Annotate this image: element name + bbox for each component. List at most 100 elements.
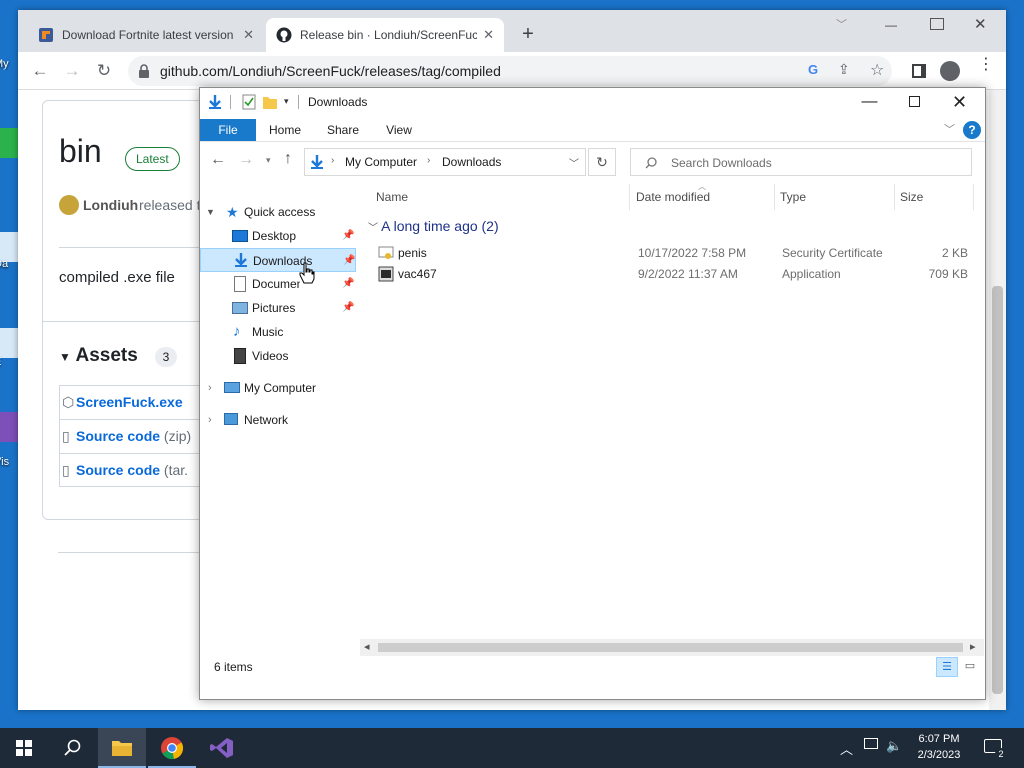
column-size[interactable]: Size <box>896 184 974 210</box>
tab-fortnite[interactable]: Download Fortnite latest version ✕ <box>28 18 264 52</box>
tab-view[interactable]: View <box>374 119 424 141</box>
properties-icon[interactable] <box>242 94 256 110</box>
avatar[interactable] <box>59 195 79 215</box>
column-name[interactable]: Name <box>372 184 630 210</box>
desktop-icon[interactable] <box>0 412 18 442</box>
network-status-icon[interactable] <box>864 738 878 749</box>
taskbar-file-explorer[interactable] <box>98 728 146 768</box>
address-bar[interactable]: › My Computer › Downloads ﹀ <box>304 148 586 176</box>
address-dropdown-icon[interactable]: ﹀ <box>569 155 579 170</box>
column-type[interactable]: Type <box>776 184 895 210</box>
asset-link-zip[interactable]: ▯ Source code (zip) <box>59 419 209 453</box>
search-icon <box>645 157 657 169</box>
taskbar-visual-studio[interactable] <box>198 728 246 768</box>
tab-home[interactable]: Home <box>260 119 310 141</box>
menu-icon[interactable]: ⋮ <box>978 57 994 73</box>
release-description: compiled .exe file <box>59 269 175 286</box>
file-row[interactable]: penis 10/17/2022 7:58 PM Security Certif… <box>376 243 976 263</box>
volume-icon[interactable]: 🔈 <box>886 738 902 754</box>
pin-icon[interactable]: 📌 <box>342 272 354 296</box>
address-bar[interactable]: github.com/Londiuh/ScreenFuck/releases/t… <box>128 56 892 86</box>
assets-toggle[interactable]: ▼ Assets <box>59 345 138 367</box>
pin-icon[interactable]: 📌 <box>342 296 354 320</box>
large-icons-view-icon[interactable]: ▭ <box>960 657 980 677</box>
minimize-button[interactable]: — <box>880 18 902 32</box>
breadcrumb-downloads[interactable]: Downloads <box>442 155 501 169</box>
scrollbar-thumb[interactable] <box>378 643 963 652</box>
asset-link-tar[interactable]: ▯ Source code (tar. <box>59 453 209 487</box>
file-row[interactable]: vac467 9/2/2022 11:37 AM Application 709… <box>376 264 976 284</box>
chevron-right-icon[interactable]: › <box>208 376 212 400</box>
page-scrollbar[interactable] <box>989 90 1006 710</box>
asset-link-exe[interactable]: ⬡ ScreenFuck.exe <box>59 385 209 419</box>
forward-icon[interactable]: → <box>238 151 254 169</box>
nav-my-computer[interactable]: › My Computer <box>200 376 360 400</box>
application-icon <box>378 266 394 282</box>
back-icon[interactable]: ← <box>210 151 226 169</box>
minimize-button[interactable]: — <box>847 88 892 116</box>
nav-item-music[interactable]: ♪ Music <box>224 320 360 344</box>
close-button[interactable]: ✕ <box>974 15 987 33</box>
google-lens-icon[interactable]: G <box>808 62 818 77</box>
taskbar-chrome[interactable] <box>148 728 196 768</box>
file-type: Security Certificate <box>782 246 883 260</box>
maximize-button[interactable] <box>930 18 944 30</box>
search-button[interactable] <box>48 728 96 768</box>
pin-icon[interactable]: 📌 <box>343 249 355 273</box>
new-tab-button[interactable]: + <box>516 22 540 46</box>
pin-icon[interactable]: 📌 <box>342 224 354 248</box>
column-date-modified[interactable]: Date modified <box>632 184 775 210</box>
show-hidden-icons[interactable]: ︿ <box>840 739 853 758</box>
chevron-down-icon[interactable]: ▼ <box>206 200 215 224</box>
download-arrow-icon[interactable] <box>207 94 223 110</box>
close-tab-icon[interactable]: ✕ <box>483 27 494 43</box>
tab-share[interactable]: Share <box>318 119 368 141</box>
maximize-button[interactable] <box>892 88 937 116</box>
author-link[interactable]: Londiuh <box>83 197 138 213</box>
nav-quick-access[interactable]: ▼ ★ Quick access <box>200 200 360 224</box>
nav-item-videos[interactable]: Videos <box>224 344 360 368</box>
scrollbar-thumb[interactable] <box>992 286 1003 694</box>
breadcrumb-my-computer[interactable]: My Computer <box>345 155 417 169</box>
desktop-icon[interactable] <box>0 128 18 158</box>
nav-item-pictures[interactable]: Pictures 📌 <box>224 296 360 320</box>
back-icon[interactable]: ← <box>30 61 50 81</box>
group-header[interactable]: ﹀ A long time ago (2) <box>368 218 968 238</box>
details-view-icon[interactable]: ☰ <box>936 657 958 677</box>
refresh-button[interactable]: ↻ <box>588 148 616 176</box>
horizontal-scrollbar[interactable]: ◂ ▸ <box>360 639 984 656</box>
up-icon[interactable]: ↑ <box>284 150 292 168</box>
profile-avatar-icon[interactable] <box>940 61 960 81</box>
caret-down-icon: ▼ <box>59 350 71 364</box>
search-icon <box>64 739 81 756</box>
help-icon[interactable]: ? <box>963 121 981 139</box>
clock-date[interactable]: 2/3/2023 <box>916 749 962 761</box>
desktop-icon[interactable] <box>0 328 18 358</box>
tab-search-icon[interactable]: ﹀ <box>836 16 847 32</box>
side-panel-icon[interactable] <box>912 64 926 78</box>
tab-file[interactable]: File <box>200 119 256 141</box>
search-box[interactable]: Search Downloads <box>630 148 972 176</box>
forward-icon[interactable]: → <box>62 61 82 81</box>
documents-icon <box>234 276 246 292</box>
close-button[interactable]: ✕ <box>937 88 982 116</box>
qat-dropdown-icon[interactable]: ▾ <box>284 96 289 107</box>
share-icon[interactable]: ⇪ <box>838 61 850 78</box>
close-tab-icon[interactable]: ✕ <box>243 27 254 43</box>
nav-network[interactable]: › Network <box>200 408 360 432</box>
nav-item-desktop[interactable]: Desktop 📌 <box>224 224 360 248</box>
tab-github-release[interactable]: Release bin · Londiuh/ScreenFuck ✕ <box>266 18 504 52</box>
nav-item-documents[interactable]: Documents 📌 <box>224 272 360 296</box>
bookmark-star-icon[interactable]: ☆ <box>870 60 884 80</box>
scroll-right-icon[interactable]: ▸ <box>970 640 976 653</box>
expand-ribbon-icon[interactable]: ﹀ <box>944 121 955 137</box>
scroll-left-icon[interactable]: ◂ <box>364 640 370 653</box>
music-icon: ♪ <box>233 323 241 340</box>
recent-locations-icon[interactable]: ▾ <box>266 155 271 166</box>
clock-time[interactable]: 6:07 PM <box>916 733 962 745</box>
start-button[interactable] <box>0 728 48 768</box>
reload-icon[interactable]: ↻ <box>94 61 114 81</box>
nav-item-downloads[interactable]: Downloads 📌 <box>200 248 356 272</box>
new-folder-icon[interactable] <box>262 94 278 110</box>
chevron-right-icon[interactable]: › <box>208 408 212 432</box>
